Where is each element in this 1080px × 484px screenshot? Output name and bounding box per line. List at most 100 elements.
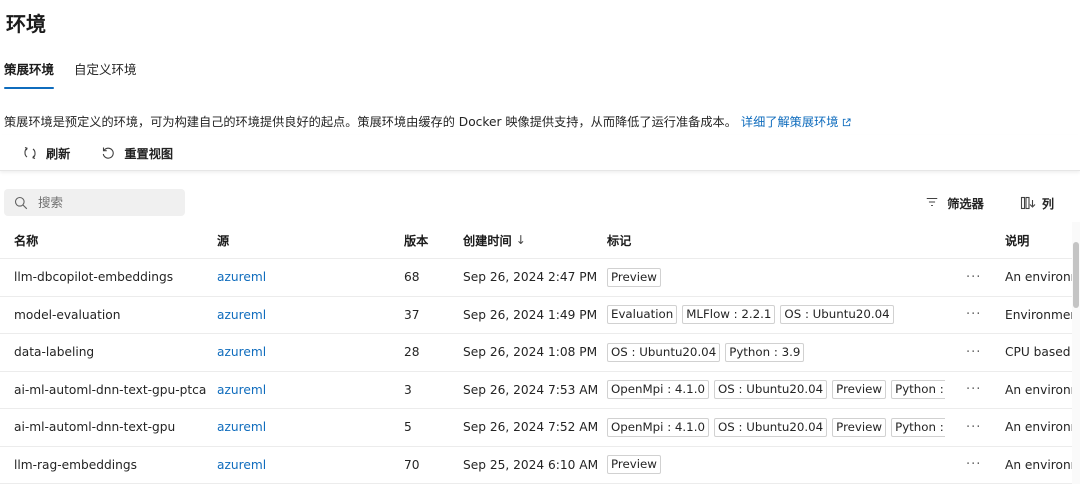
source-link[interactable]: azureml [217, 383, 266, 397]
env-created: Sep 26, 2024 1:49 PM [463, 307, 598, 322]
env-version: 5 [404, 420, 412, 435]
environments-table: 名称 源 版本 创建时间 ↓ 标记 说明 llm-dbcopilot-embed… [0, 222, 1072, 484]
more-actions-button[interactable]: ··· [966, 409, 988, 446]
external-link-icon [843, 118, 851, 127]
table-header-row: 名称 源 版本 创建时间 ↓ 标记 说明 [0, 222, 1072, 259]
env-name[interactable]: llm-rag-embeddings [14, 447, 209, 484]
scrollbar-thumb[interactable] [1073, 242, 1079, 308]
learn-more-link[interactable]: 详细了解策展环境 [741, 115, 852, 129]
refresh-button[interactable]: 刷新 [22, 144, 70, 162]
sort-descending-icon: ↓ [515, 233, 526, 247]
env-name[interactable]: data-labeling [14, 334, 209, 371]
refresh-label: 刷新 [46, 146, 71, 161]
reset-view-label: 重置视图 [124, 146, 174, 161]
tag: Python : 3.9 [725, 342, 805, 362]
env-description: An environm [1005, 457, 1072, 472]
header-description[interactable]: 说明 [1005, 222, 1072, 258]
tag: Evaluation [607, 305, 678, 325]
source-link[interactable]: azureml [217, 270, 266, 284]
env-description: An environm [1005, 270, 1072, 285]
reset-view-button[interactable]: 重置视图 [100, 144, 173, 162]
command-bar: 刷新 重置视图 [0, 135, 1080, 171]
env-name[interactable]: llm-dbcopilot-embeddings [14, 259, 209, 296]
env-created: Sep 25, 2024 6:10 AM [463, 457, 599, 472]
header-created[interactable]: 创建时间 ↓ [463, 222, 603, 258]
env-description: An environm [1005, 420, 1072, 435]
env-version: 3 [404, 382, 412, 397]
table-row[interactable]: data-labeling azureml 28 Sep 26, 2024 1:… [0, 334, 1072, 372]
tag: OS : Ubuntu20.04 [780, 305, 894, 325]
tag: Python : 3.9 [891, 417, 945, 437]
header-tags[interactable]: 标记 [607, 222, 945, 258]
tab-curated-environments[interactable]: 策展环境 [0, 60, 58, 90]
env-name[interactable]: model-evaluation [14, 297, 209, 334]
header-source[interactable]: 源 [217, 222, 387, 258]
env-description: Environment [1005, 307, 1072, 322]
tag: Python : 3.9 [891, 380, 945, 400]
page-description: 策展环境是预定义的环境，可为构建自己的环境提供良好的起点。策展环境由缓存的 Do… [4, 112, 851, 130]
source-link[interactable]: azureml [217, 308, 266, 322]
env-created: Sep 26, 2024 7:52 AM [463, 420, 599, 435]
environments-page: 环境 策展环境 自定义环境 策展环境是预定义的环境，可为构建自己的环境提供良好的… [0, 0, 1080, 484]
columns-icon [1020, 195, 1036, 211]
more-actions-button[interactable]: ··· [966, 334, 988, 371]
env-created: Sep 26, 2024 2:47 PM [463, 270, 598, 285]
filter-button[interactable]: 筛选器 [925, 194, 984, 212]
tab-custom-environments[interactable]: 自定义环境 [70, 60, 141, 90]
tag: OpenMpi : 4.1.0 [607, 417, 709, 437]
filter-icon [925, 195, 941, 211]
source-link[interactable]: azureml [217, 458, 266, 472]
search-box [4, 189, 185, 216]
columns-button[interactable]: 列 [1020, 194, 1054, 212]
env-version: 37 [404, 307, 420, 322]
tag: OS : Ubuntu20.04 [713, 417, 828, 437]
tab-list: 策展环境 自定义环境 [0, 60, 153, 90]
table-row[interactable]: llm-rag-embeddings azureml 70 Sep 25, 20… [0, 447, 1072, 484]
env-description: An environm [1005, 382, 1072, 397]
tag: Preview [607, 455, 661, 475]
more-actions-button[interactable]: ··· [966, 259, 988, 296]
search-icon [14, 196, 28, 210]
env-name[interactable]: ai-ml-automl-dnn-text-gpu-ptca [14, 372, 209, 409]
table-row[interactable]: ai-ml-automl-dnn-text-gpu azureml 5 Sep … [0, 409, 1072, 447]
tag: OS : Ubuntu20.04 [607, 342, 721, 362]
env-created: Sep 26, 2024 1:08 PM [463, 345, 598, 360]
learn-more-label: 详细了解策展环境 [740, 115, 839, 129]
tag: Preview [832, 417, 887, 437]
reset-view-icon [100, 145, 116, 161]
env-description: CPU based e [1005, 345, 1072, 360]
tag-list: Preview [607, 447, 945, 484]
table-row[interactable]: llm-dbcopilot-embeddings azureml 68 Sep … [0, 259, 1072, 297]
more-actions-button[interactable]: ··· [966, 372, 988, 409]
more-actions-button[interactable]: ··· [966, 447, 988, 484]
tag: MLFlow : 2.2.1 [682, 305, 776, 325]
env-name[interactable]: ai-ml-automl-dnn-text-gpu [14, 409, 209, 446]
env-created: Sep 26, 2024 7:53 AM [463, 382, 599, 397]
table-row[interactable]: model-evaluation azureml 37 Sep 26, 2024… [0, 297, 1072, 334]
tag: Preview [607, 267, 661, 287]
env-version: 68 [404, 270, 420, 285]
env-version: 28 [404, 345, 420, 360]
source-link[interactable]: azureml [217, 345, 266, 359]
tag: OpenMpi : 4.1.0 [607, 380, 709, 400]
tag-list: OpenMpi : 4.1.0 OS : Ubuntu20.04 Preview… [607, 372, 945, 409]
more-actions-button[interactable]: ··· [966, 297, 988, 334]
env-version: 70 [404, 457, 420, 472]
columns-label: 列 [1041, 197, 1054, 211]
tag-list: Preview [607, 259, 945, 296]
header-name[interactable]: 名称 [14, 222, 209, 258]
tag-list: OS : Ubuntu20.04 Python : 3.9 [607, 334, 945, 371]
source-link[interactable]: azureml [217, 420, 266, 434]
tag-list: Evaluation MLFlow : 2.2.1 OS : Ubuntu20.… [607, 297, 945, 334]
filter-label: 筛选器 [947, 197, 984, 211]
header-version[interactable]: 版本 [404, 222, 454, 258]
description-text: 策展环境是预定义的环境，可为构建自己的环境提供良好的起点。策展环境由缓存的 Do… [4, 115, 737, 129]
search-input[interactable] [38, 195, 168, 210]
table-row[interactable]: ai-ml-automl-dnn-text-gpu-ptca azureml 3… [0, 372, 1072, 409]
refresh-icon [22, 145, 38, 161]
tag-list: OpenMpi : 4.1.0 OS : Ubuntu20.04 Preview… [607, 409, 945, 446]
tag: OS : Ubuntu20.04 [713, 380, 828, 400]
header-created-label: 创建时间 [463, 234, 512, 248]
grid-tools: 筛选器 列 [889, 194, 1054, 212]
tag: Preview [832, 380, 887, 400]
